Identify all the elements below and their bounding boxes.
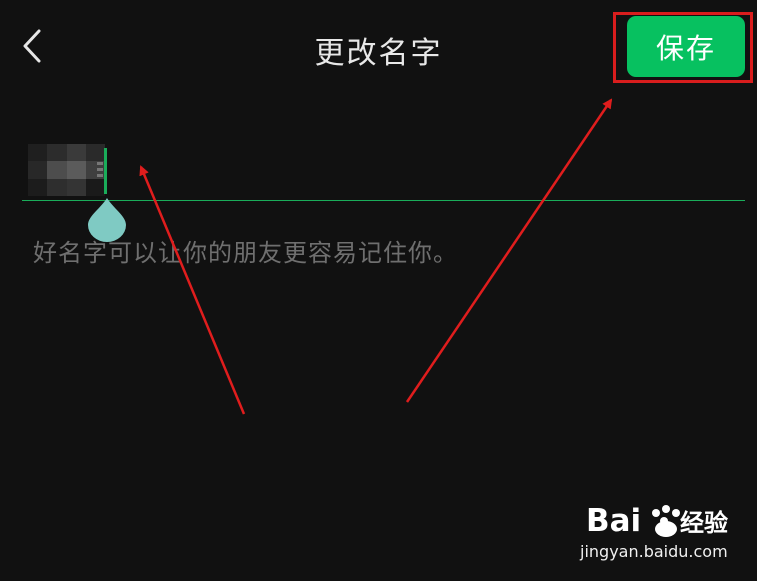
arrow-to-input — [139, 165, 246, 415]
name-hint-text: 好名字可以让你的朋友更容易记住你。 — [33, 239, 458, 267]
save-button[interactable]: 保存 — [627, 16, 745, 77]
svg-text:Bai: Bai — [586, 503, 641, 539]
name-input-field[interactable] — [22, 140, 745, 242]
input-underline — [22, 200, 745, 201]
svg-text:经验: 经验 — [680, 509, 728, 537]
text-caret — [104, 148, 107, 194]
top-bar: 更改名字 保存 — [0, 0, 757, 95]
text-end-glyph — [97, 162, 103, 180]
watermark-logo: Bai 经验 — [584, 498, 734, 548]
masked-name-text — [28, 144, 105, 196]
baidu-jingyan-watermark: Bai 经验 jingyan.baidu.com — [578, 498, 748, 568]
watermark-site: jingyan.baidu.com — [580, 542, 728, 561]
